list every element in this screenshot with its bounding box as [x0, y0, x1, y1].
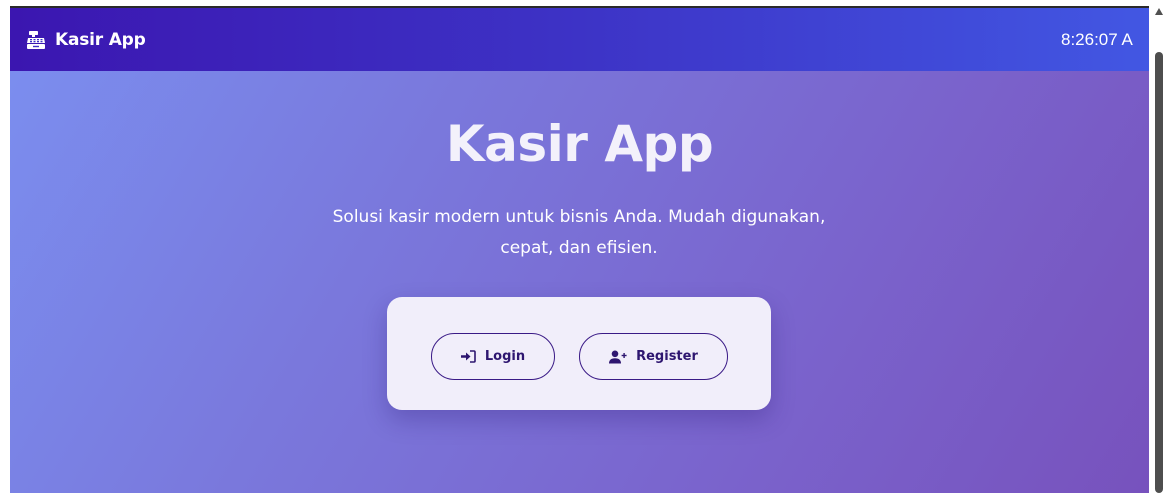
app-viewport: Kasir App 8:26:07 A Kasir App Solusi kas… — [10, 8, 1149, 493]
hero-subtitle: Solusi kasir modern untuk bisnis Anda. M… — [332, 207, 826, 258]
navbar: Kasir App 8:26:07 A — [10, 8, 1149, 71]
scrollbar-thumb[interactable] — [1155, 52, 1163, 493]
register-label: Register — [636, 349, 698, 364]
hero-title: Kasir App — [445, 115, 714, 173]
login-label: Login — [484, 349, 526, 364]
cash-register-icon — [26, 30, 46, 50]
scroll-up-arrow-icon[interactable] — [1155, 8, 1163, 15]
brand-link[interactable]: Kasir App — [26, 30, 146, 50]
brand-name: Kasir App — [55, 29, 146, 50]
clock: 8:26:07 A — [1061, 30, 1133, 49]
register-button[interactable]: Register — [579, 333, 728, 380]
vertical-scrollbar[interactable] — [1149, 0, 1169, 493]
user-plus-icon — [609, 350, 627, 364]
auth-card: Login Register — [387, 297, 771, 410]
sign-in-icon — [460, 350, 476, 363]
login-button[interactable]: Login — [431, 333, 555, 380]
